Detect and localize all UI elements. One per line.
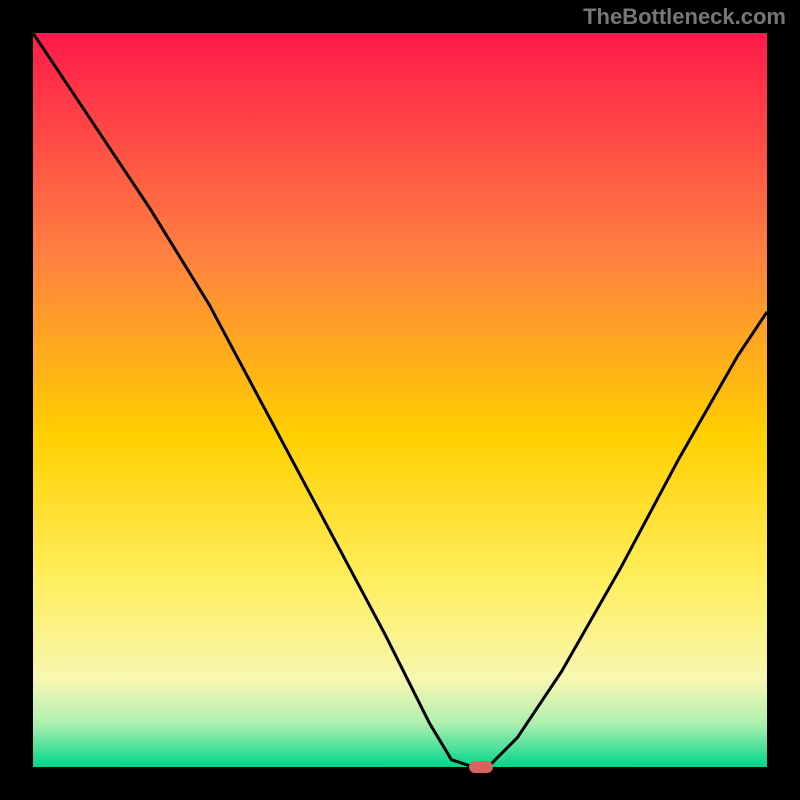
optimal-marker [469, 761, 493, 773]
plot-area [33, 33, 767, 767]
watermark-text: TheBottleneck.com [583, 4, 786, 30]
plot-svg [33, 33, 767, 767]
gradient-background [33, 33, 767, 767]
chart-container: TheBottleneck.com [0, 0, 800, 800]
